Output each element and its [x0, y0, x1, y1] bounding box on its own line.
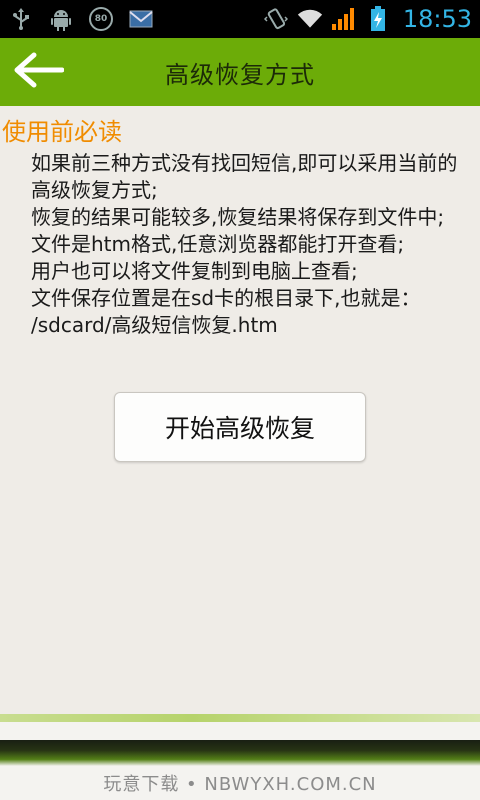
watermark: 玩意下载 • NBWYXH.COM.CN — [103, 774, 377, 795]
badge-80-text: 80 — [89, 7, 113, 31]
status-bar: 80 18:53 — [0, 0, 480, 38]
system-icons: 18:53 — [263, 5, 472, 33]
battery-charging-icon — [365, 6, 391, 32]
vibrate-icon — [263, 6, 289, 32]
usb-icon — [8, 6, 34, 32]
main-content: 使用前必读 如果前三种方式没有找回短信,即可以采用当前的高级恢复方式; 恢复的结… — [0, 106, 480, 714]
banner-streak — [0, 740, 480, 766]
back-button[interactable] — [10, 50, 66, 94]
wifi-icon — [297, 6, 323, 32]
notice-line: 文件是htm格式,任意浏览器都能打开查看; — [31, 232, 405, 256]
file-path: /sdcard/高级短信恢复.htm — [31, 313, 278, 337]
page-title: 高级恢复方式 — [165, 60, 315, 89]
notification-icons: 80 — [8, 6, 154, 32]
banner-streak — [0, 714, 480, 722]
email-icon — [128, 6, 154, 32]
bottom-banner: 玩意下载 • NBWYXH.COM.CN — [0, 714, 480, 800]
notice-line: 用户也可以将文件复制到电脑上查看; — [31, 259, 358, 283]
arrow-left-icon — [12, 52, 65, 92]
start-advanced-recovery-button[interactable]: 开始高级恢复 — [114, 392, 366, 462]
signal-icon — [331, 6, 357, 32]
android-debug-icon — [48, 6, 74, 32]
notice-line: 恢复的结果可能较多,恢复结果将保存到文件中; — [31, 205, 445, 229]
notice-line: 文件保存位置是在sd卡的根目录下,也就是： — [31, 286, 421, 310]
notice-text: 如果前三种方式没有找回短信,即可以采用当前的高级恢复方式; 恢复的结果可能较多,… — [31, 150, 461, 339]
badge-80-icon: 80 — [88, 6, 114, 32]
clock: 18:53 — [402, 5, 472, 33]
title-bar: 高级恢复方式 — [0, 38, 480, 106]
section-heading: 使用前必读 — [2, 118, 122, 146]
notice-line: 如果前三种方式没有找回短信,即可以采用当前的高级恢复方式; — [31, 151, 458, 202]
